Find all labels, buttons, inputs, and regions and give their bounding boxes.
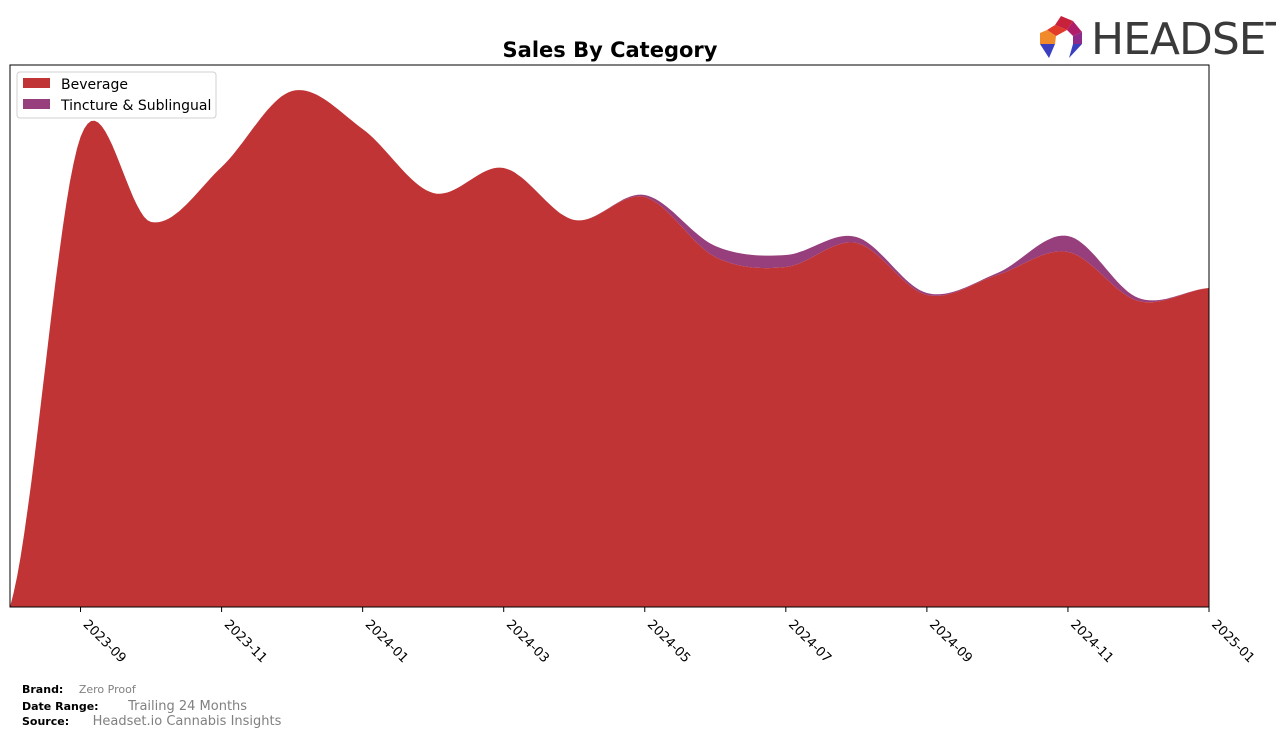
legend-swatch-tincture (23, 99, 50, 109)
logo-text: HEADSET (1091, 14, 1276, 65)
source-label: Source: (22, 715, 70, 728)
x-axis: 2023-09 2023-11 2024-01 2024-03 2024-05 2024-… (80, 607, 1257, 666)
headset-logo: HEADSET (1040, 14, 1276, 65)
plot-area (10, 90, 1209, 608)
source-value: Headset.io Cannabis Insights (92, 714, 282, 729)
x-tick-label: 2024-07 (785, 617, 834, 666)
date-range-value: Trailing 24 Months (128, 699, 248, 714)
x-tick-label: 2024-05 (644, 617, 693, 666)
x-tick-label: 2023-09 (80, 617, 129, 666)
legend-label-beverage: Beverage (61, 77, 128, 93)
x-tick-label: 2024-11 (1067, 617, 1116, 666)
x-tick-label: 2024-09 (926, 617, 975, 666)
chart-title: Sales By Category (503, 38, 718, 62)
area-beverage (10, 90, 1209, 608)
x-tick-label: 2023-11 (221, 617, 270, 666)
footer-date-range: Date Range: Trailing 24 Months (22, 699, 247, 714)
footer-source: Source: Headset.io Cannabis Insights (22, 714, 281, 729)
chart: 2023-09 2023-11 2024-01 2024-03 2024-05 2024-… (9, 14, 1276, 666)
legend: Beverage Tincture & Sublingual (16, 71, 217, 119)
x-tick-label: 2024-03 (503, 617, 552, 666)
brand-label: Brand: (22, 683, 64, 696)
footer-brand: Brand: Zero Proof (22, 683, 136, 696)
brand-value: Zero Proof (78, 683, 136, 696)
headset-logo-icon (1040, 16, 1082, 58)
legend-label-tincture: Tincture & Sublingual (60, 98, 211, 114)
date-range-label: Date Range: (22, 700, 99, 713)
x-tick-label: 2024-01 (362, 617, 411, 666)
x-tick-label: 2025-01 (1208, 617, 1257, 666)
legend-swatch-beverage (23, 78, 50, 88)
